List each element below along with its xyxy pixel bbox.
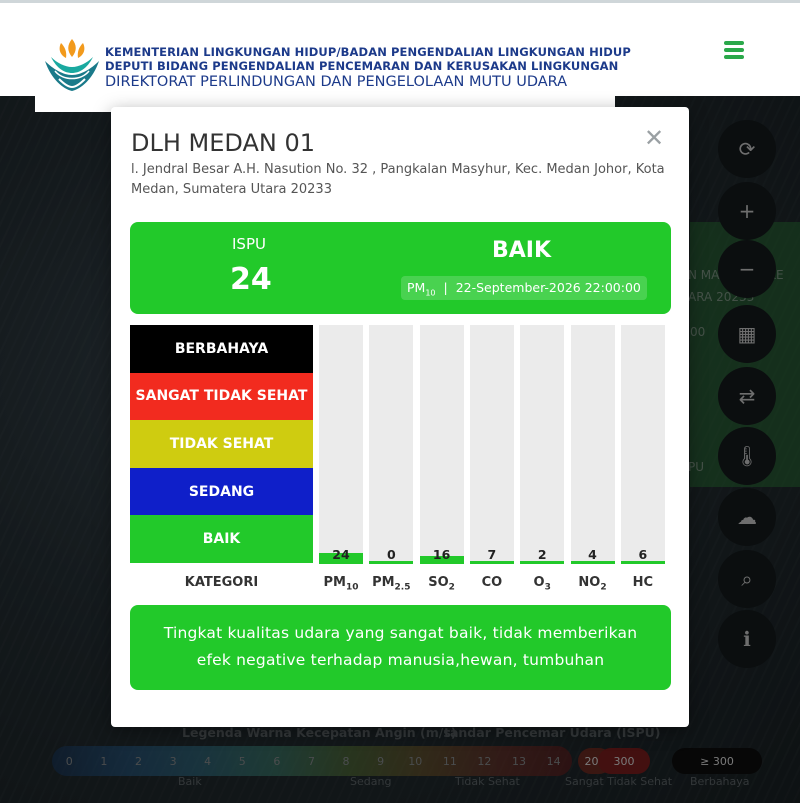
bar-pm25: 0	[369, 325, 414, 564]
header-logo-block: KEMENTERIAN LINGKUNGAN HIDUP/BADAN PENGE…	[35, 20, 631, 112]
bar-value-label: 2	[537, 547, 547, 562]
category-legend: BERBAHAYA SANGAT TIDAK SEHAT TIDAK SEHAT SE…	[130, 325, 313, 563]
category-sedang: SEDANG	[130, 467, 313, 516]
bar-value-label: 7	[487, 547, 497, 562]
bar-value-label: 16	[432, 547, 451, 562]
close-icon[interactable]: ✕	[643, 126, 665, 150]
ispu-summary-card: ISPU 24 BAIK PM10 | 22-September-2026 22…	[130, 222, 671, 314]
station-address: l. Jendral Besar A.H. Nasution No. 32 , …	[131, 162, 665, 197]
bar-value-label: 4	[588, 547, 597, 562]
bar-pm10: 24	[319, 325, 363, 564]
category-axis-label: KATEGORI	[184, 575, 259, 590]
ministry-logo-icon	[45, 39, 99, 91]
bar-hc: 6	[620, 325, 665, 564]
header-directorate: DIREKTORAT PERLINDUNGAN DAN PENGELOLAAN …	[105, 74, 568, 90]
ispu-category: BAIK	[492, 238, 552, 263]
x-label-no2: NO2	[578, 575, 607, 593]
ispu-meta-badge: PM10 | 22-September-2026 22:00:00	[401, 276, 647, 300]
bar-o3: 2	[520, 325, 565, 564]
x-label-hc: HC	[632, 575, 653, 590]
menu-icon[interactable]	[724, 41, 744, 59]
bar-so2: 16	[419, 325, 464, 564]
x-label-pm10: PM10	[323, 575, 359, 593]
x-label-o3: O3	[533, 575, 551, 593]
bar-no2: 4	[570, 325, 615, 564]
station-modal: DLH MEDAN 01 ✕ l. Jendral Besar A.H. Nas…	[111, 107, 689, 727]
bar-value-label: 24	[332, 547, 350, 562]
category-baik: BAIK	[130, 515, 313, 563]
x-label-so2: SO2	[428, 575, 455, 593]
header-deputy: DEPUTI BIDANG PENGENDALIAN PENCEMARAN DA…	[105, 59, 619, 73]
ispu-timestamp: 22-September-2026 22:00:00	[455, 280, 641, 295]
ispu-separator: |	[443, 280, 448, 295]
pollutant-bar-chart: 24 0 16 7 2 4 6	[319, 325, 671, 564]
bar-value-label: 0	[386, 547, 396, 562]
bar-co: 7	[469, 325, 514, 564]
ispu-label: ISPU	[232, 235, 266, 253]
station-name: DLH MEDAN 01	[131, 129, 315, 157]
air-quality-description: Tingkat kualitas udara yang sangat baik,…	[130, 605, 671, 690]
ispu-value: 24	[230, 262, 272, 297]
x-label-pm25: PM2.5	[372, 575, 411, 593]
category-berbahaya: BERBAHAYA	[130, 325, 313, 373]
header-ministry: KEMENTERIAN LINGKUNGAN HIDUP/BADAN PENGE…	[105, 45, 631, 59]
ispu-pollutant: PM10	[407, 280, 436, 298]
category-tidak-sehat: TIDAK SEHAT	[130, 420, 313, 468]
bar-value-label: 6	[638, 547, 648, 562]
x-label-co: CO	[481, 575, 503, 590]
category-sangat-tidak-sehat: SANGAT TIDAK SEHAT	[130, 372, 313, 421]
